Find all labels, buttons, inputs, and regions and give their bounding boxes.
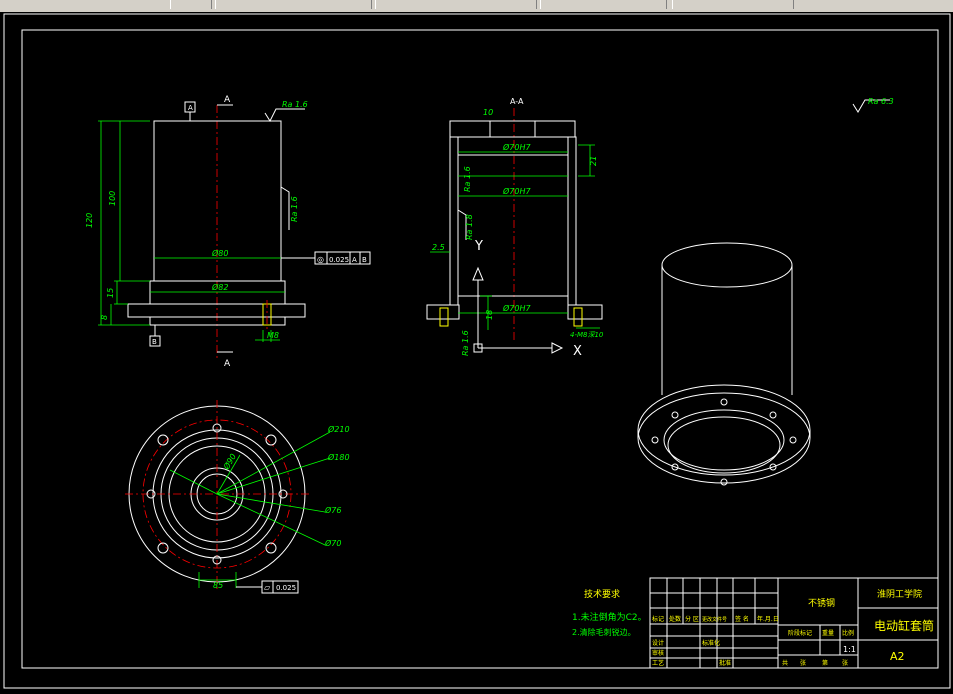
title-stage-mark: 阶段标记: [788, 629, 812, 637]
title-row-label: 标记: [652, 615, 664, 623]
toolbar-segment[interactable]: [672, 0, 794, 9]
dim-height-total: 120: [85, 213, 94, 228]
title-block: 不锈钢 淮阴工学院 电动缸套筒 A2 1:1 标记 处数 分 区 更改文件号 签…: [649, 577, 939, 669]
title-sheets-total: 共: [782, 659, 788, 667]
dim-flange-2: 8: [100, 315, 109, 320]
flatness-symbol: ⏥: [264, 583, 271, 592]
toolbar-segment[interactable]: [170, 0, 212, 9]
isometric-view: [637, 242, 811, 486]
title-sheet-of: 第: [822, 659, 828, 667]
datum-bottom-label: B: [152, 338, 157, 346]
tolerance-datum-b: B: [362, 256, 367, 264]
dim-dia-body: Ø80: [211, 248, 228, 258]
title-row-label: 年.月.日: [757, 615, 779, 623]
title-check: 审核: [652, 649, 664, 657]
front-view: 120 100 15 8 Ø80 Ø82 M8 A A A B Ra 1.6 R…: [85, 95, 371, 369]
section-view: A-A 10 Ø70H7 21 Ra 1.6 Ø70H7 Ra 1.8 2.5 …: [426, 97, 604, 359]
title-weight: 重量: [822, 629, 834, 637]
title-row-label: 更改文件号: [702, 616, 727, 623]
dim-bottom: 85: [213, 581, 223, 590]
dim-hole: M8: [267, 331, 279, 340]
title-row-label: 分 区: [685, 615, 699, 623]
title-scale: 1:1: [843, 645, 856, 654]
tolerance-symbol: ◎: [317, 255, 324, 264]
title-ratio: 比例: [842, 629, 854, 637]
dim-height-body: 100: [108, 191, 117, 206]
title-standard: 标准化: [702, 639, 720, 647]
dim-right-21: 21: [589, 156, 598, 166]
title-row-label: 处数: [669, 615, 681, 623]
title-sheet: A2: [890, 650, 905, 663]
axis-x-label: X: [573, 344, 582, 359]
tech-req-item2: 2.清除毛刺锐边。: [572, 627, 636, 637]
tolerance-datum-a: A: [352, 256, 357, 264]
dim-roughness-bottom: Ra 1.6: [461, 330, 470, 356]
toolbar-segment[interactable]: [215, 0, 372, 9]
general-roughness-label: Ra 6.3: [868, 97, 894, 106]
cad-drawing: 120 100 15 8 Ø80 Ø82 M8 A A A B Ra 1.6 R…: [3, 13, 951, 689]
datum-top-label: A: [188, 104, 193, 112]
dim-70: Ø70: [324, 538, 341, 548]
section-mark-bottom: A: [224, 359, 231, 369]
dim-dia-flange: Ø82: [211, 282, 228, 292]
top-view: Ø210 Ø180 Ø76 Ø70 Ø90 85 ⏥ 0.025: [125, 400, 350, 594]
outer-frame: [3, 13, 951, 689]
axis-y-label: Y: [474, 239, 483, 254]
tech-req-item1: 1.未注倒角为C2。: [572, 611, 647, 623]
section-mark-top: A: [224, 95, 231, 105]
title-row-label: 签 名: [735, 615, 749, 623]
dim-bore-bottom: Ø70H7: [502, 303, 531, 313]
title-material: 不锈钢: [808, 597, 835, 609]
title-process: 工艺: [652, 659, 664, 667]
title-part-name: 电动缸套筒: [874, 618, 934, 633]
dim-hole-right: 4-M8深10: [570, 331, 604, 339]
title-sheet-of2: 张: [842, 659, 848, 667]
dim-bore-mid: Ø70H7: [502, 186, 531, 196]
title-school: 淮阴工学院: [877, 588, 922, 600]
dim-roughness-16: Ra 1.6: [463, 166, 472, 192]
tolerance-value: 0.025: [329, 256, 349, 264]
dim-top-small: 10: [483, 108, 493, 117]
dim-bore-top: Ø70H7: [502, 142, 531, 152]
toolbar-segment[interactable]: [540, 0, 667, 9]
flatness-value: 0.025: [276, 584, 296, 592]
inner-frame: [21, 29, 939, 669]
dim-76: Ø76: [324, 505, 341, 515]
title-design: 设计: [652, 639, 664, 647]
section-title: A-A: [510, 97, 524, 106]
cad-canvas[interactable]: 120 100 15 8 Ø80 Ø82 M8 A A A B Ra 1.6 R…: [0, 12, 953, 690]
toolbar-segment[interactable]: [375, 0, 537, 9]
dim-210: Ø210: [327, 424, 350, 434]
title-sheets-num: 张: [800, 659, 806, 667]
tech-requirements: 技术要求 1.未注倒角为C2。 2.清除毛刺锐边。: [572, 588, 647, 637]
dim-180: Ø180: [327, 452, 350, 462]
tech-req-title: 技术要求: [584, 588, 620, 600]
dim-roughness-18: Ra 1.8: [465, 214, 474, 240]
dim-left-25: 2.5: [432, 243, 445, 252]
roughness-top: Ra 1.6: [282, 100, 308, 109]
dim-bottom-18: 18: [485, 310, 494, 320]
title-approve: 批准: [719, 659, 731, 667]
roughness-side: Ra 1.6: [290, 196, 299, 222]
dim-flange-1: 15: [106, 288, 115, 298]
general-roughness: Ra 6.3: [852, 97, 894, 113]
